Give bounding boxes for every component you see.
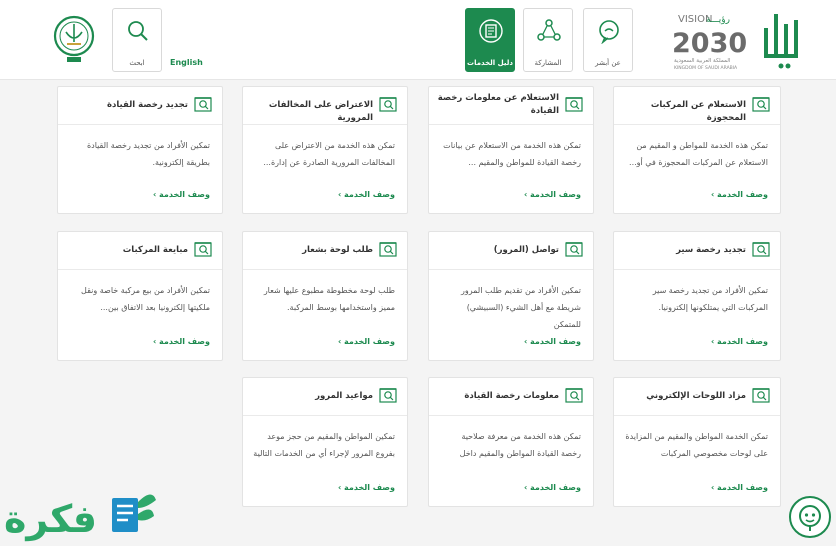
service-search-icon — [752, 242, 770, 257]
card-title: تواصل (المرور) — [493, 245, 559, 255]
card-description: تمكين الأفراد من تجديد رخصة القيادة بطري… — [86, 141, 210, 167]
service-search-icon — [379, 388, 397, 403]
card-description: تمكن هذه الخدمة للمواطن و المقيم من الاس… — [629, 141, 768, 167]
book-icon — [479, 19, 503, 43]
site-header: VISION رؤيـــة 2030 المملكة العربية السع… — [0, 0, 836, 80]
nav-label: المشاركة — [534, 59, 562, 67]
card-description: تمكين الأفراد من بيع مركبة خاصة ونقل ملك… — [81, 286, 210, 312]
service-search-icon — [379, 242, 397, 257]
card-title: مواعيد المرور — [315, 391, 373, 401]
nav-services-guide[interactable]: دليل الخدمات — [465, 8, 515, 72]
card-description: تمكين الأفراد من تقديم طلب المرور شريطة … — [461, 286, 581, 329]
card-header: تجديد رخصة القيادة — [58, 87, 222, 125]
card-title: تجديد رخصة سير — [676, 245, 746, 255]
service-description-link[interactable]: وصف الخدمة › — [711, 190, 768, 199]
card-title: طلب لوحة بشعار — [302, 245, 373, 255]
service-card[interactable]: الاعتراض على المخالفات المرورية تمكن هذه… — [242, 86, 408, 214]
card-description: تمكين الأفراد من تجديد رخصة سير المركبات… — [652, 286, 768, 312]
service-card[interactable]: مزاد اللوحات الإلكتروني تمكن الخدمة المو… — [613, 377, 781, 507]
card-header: مواعيد المرور — [243, 378, 407, 416]
card-title: مزاد اللوحات الإلكتروني — [646, 391, 746, 401]
card-description: تمكن هذه الخدمة من الاستعلام عن بيانات ر… — [443, 141, 581, 167]
chatbot-icon — [799, 505, 821, 531]
service-card[interactable]: مبايعة المركبات تمكين الأفراد من بيع مرك… — [57, 231, 223, 361]
card-header: طلب لوحة بشعار — [243, 232, 407, 270]
search-icon — [128, 21, 148, 41]
nav-search[interactable]: ابحث — [112, 8, 162, 72]
service-search-icon — [565, 388, 583, 403]
info-chat-icon — [599, 20, 619, 44]
vision-subtitle: المملكة العربية السعودية — [674, 57, 731, 64]
service-search-icon — [194, 242, 212, 257]
book-leaf-icon — [112, 494, 156, 532]
service-description-link[interactable]: وصف الخدمة › — [711, 483, 768, 492]
card-title: معلومات رخصة القيادة — [464, 391, 559, 401]
card-title: الاستعلام عن المركبات المحجوزة — [650, 100, 746, 123]
nav-label: ابحث — [129, 59, 145, 67]
service-description-link[interactable]: وصف الخدمة › — [338, 483, 395, 492]
card-description: تمكن هذه الخدمة من معرفة صلاحية رخصة الق… — [459, 432, 581, 458]
service-description-link[interactable]: وصف الخدمة › — [153, 337, 210, 346]
service-card[interactable]: مواعيد المرور تمكين المواطن والمقيم من ح… — [242, 377, 408, 507]
brand-text: فكرة — [4, 497, 97, 541]
card-header: الاستعلام عن معلومات رخصة القيادة — [429, 87, 593, 125]
service-description-link[interactable]: وصف الخدمة › — [524, 190, 581, 199]
service-card[interactable]: الاستعلام عن المركبات المحجوزة تمكن هذه … — [613, 86, 781, 214]
service-search-icon — [379, 97, 397, 112]
service-card[interactable]: الاستعلام عن معلومات رخصة القيادة تمكن ه… — [428, 86, 594, 214]
absher-glyph — [764, 14, 798, 69]
card-header: الاستعلام عن المركبات المحجوزة — [614, 87, 780, 125]
card-header: مزاد اللوحات الإلكتروني — [614, 378, 780, 416]
service-description-link[interactable]: وصف الخدمة › — [338, 190, 395, 199]
service-description-link[interactable]: وصف الخدمة › — [711, 337, 768, 346]
card-description: طلب لوحة مخطوطة مطبوع عليها شعار مميز وا… — [263, 286, 395, 312]
card-title: مبايعة المركبات — [122, 245, 188, 255]
service-card[interactable]: تجديد رخصة سير تمكين الأفراد من تجديد رخ… — [613, 231, 781, 361]
service-description-link[interactable]: وصف الخدمة › — [153, 190, 210, 199]
chat-support-button[interactable] — [789, 496, 831, 538]
service-description-link[interactable]: وصف الخدمة › — [524, 483, 581, 492]
card-header: معلومات رخصة القيادة — [429, 378, 593, 416]
service-card[interactable]: معلومات رخصة القيادة تمكن هذه الخدمة من … — [428, 377, 594, 507]
card-description: تمكن هذه الخدمة من الاعتراض على المخالفا… — [263, 141, 395, 167]
card-header: تجديد رخصة سير — [614, 232, 780, 270]
service-search-icon — [565, 242, 583, 257]
service-description-link[interactable]: وصف الخدمة › — [524, 337, 581, 346]
card-title: الاعتراض على المخالفات المرورية — [268, 100, 373, 123]
nav-about-absher[interactable]: عن أبشر — [583, 8, 633, 72]
card-header: مبايعة المركبات — [58, 232, 222, 270]
card-header: تواصل (المرور) — [429, 232, 593, 270]
vision-subtitle-en: KINGDOM OF SAUDI ARABIA — [674, 65, 738, 71]
english-link[interactable]: English — [170, 58, 203, 67]
service-search-icon — [752, 388, 770, 403]
absher-vision-logo[interactable]: VISION رؤيـــة 2030 المملكة العربية السع… — [672, 10, 802, 74]
card-title: تجديد رخصة القيادة — [106, 100, 188, 110]
vision-year: 2030 — [672, 28, 747, 59]
card-description: تمكن الخدمة المواطن والمقيم من المزايدة … — [625, 432, 768, 458]
nav-label: عن أبشر — [595, 59, 621, 67]
card-title: الاستعلام عن معلومات رخصة القيادة — [437, 93, 559, 116]
absher-logo-graphic: VISION رؤيـــة 2030 المملكة العربية السع… — [672, 14, 798, 71]
service-search-icon — [752, 97, 770, 112]
service-description-link[interactable]: وصف الخدمة › — [338, 337, 395, 346]
share-icon — [537, 19, 561, 41]
fikra-brand-logo: فكرة — [4, 494, 156, 541]
ministry-emblem-icon — [53, 15, 95, 62]
service-search-icon — [565, 97, 583, 112]
service-card[interactable]: طلب لوحة بشعار طلب لوحة مخطوطة مطبوع علي… — [242, 231, 408, 361]
card-description: تمكين المواطن والمقيم من حجز موعد بفروع … — [253, 432, 395, 458]
service-card[interactable]: تواصل (المرور) تمكين الأفراد من تقديم طل… — [428, 231, 594, 361]
service-card[interactable]: تجديد رخصة القيادة تمكين الأفراد من تجدي… — [57, 86, 223, 214]
service-search-icon — [194, 97, 212, 112]
nav-participation[interactable]: المشاركة — [523, 8, 573, 72]
nav-label: دليل الخدمات — [467, 59, 513, 67]
card-header: الاعتراض على المخالفات المرورية — [243, 87, 407, 125]
vision-arabic: رؤيـــة — [706, 15, 730, 25]
